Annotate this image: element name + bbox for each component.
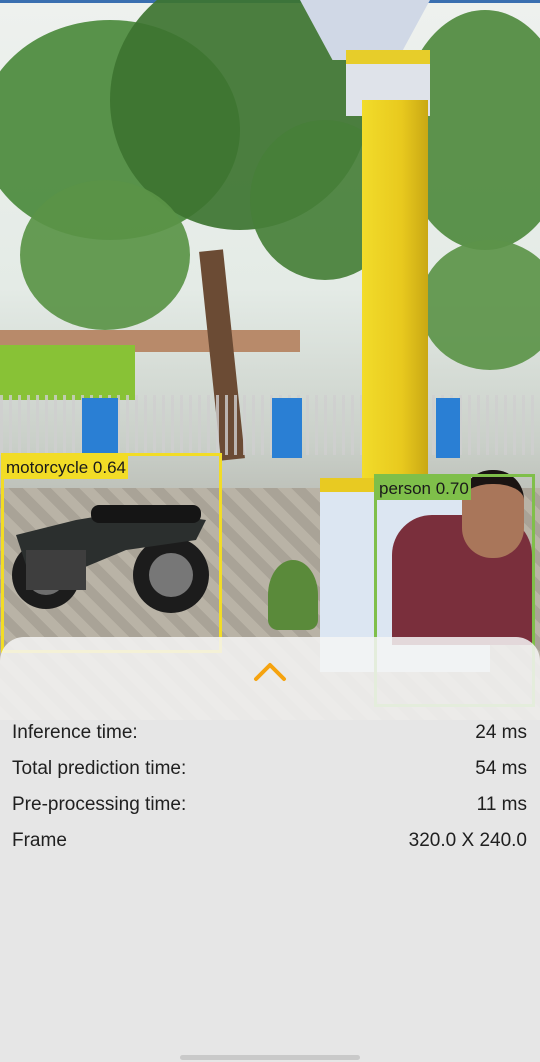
- stats-panel: Inference time: 24 ms Total prediction t…: [0, 720, 540, 864]
- potted-plant: [268, 560, 318, 630]
- stat-value: 11 ms: [476, 794, 527, 815]
- stat-value: 54 ms: [475, 758, 527, 779]
- camera-preview: motorcycle 0.64 person 0.70: [0, 0, 540, 720]
- stat-label: Pre-processing time:: [12, 794, 187, 815]
- stat-label: Inference time:: [12, 722, 138, 743]
- stat-label: Total prediction time:: [12, 758, 187, 779]
- stat-label: Frame: [12, 830, 67, 851]
- stat-value: 24 ms: [475, 722, 527, 743]
- detection-label: person 0.70: [377, 477, 471, 500]
- detection-box-motorcycle: motorcycle 0.64: [1, 453, 222, 653]
- stat-row-frame: Frame 320.0 X 240.0: [0, 828, 540, 864]
- stat-value: 320.0 X 240.0: [408, 830, 527, 851]
- gesture-nav-bar[interactable]: [180, 1055, 360, 1060]
- detection-label: motorcycle 0.64: [4, 456, 128, 479]
- yellow-pillar: [362, 100, 428, 480]
- background-house: [0, 345, 135, 400]
- stat-row-inference: Inference time: 24 ms: [0, 720, 540, 756]
- chevron-up-icon[interactable]: [253, 660, 287, 682]
- stat-row-preprocessing: Pre-processing time: 11 ms: [0, 792, 540, 828]
- stat-row-total-prediction: Total prediction time: 54 ms: [0, 756, 540, 792]
